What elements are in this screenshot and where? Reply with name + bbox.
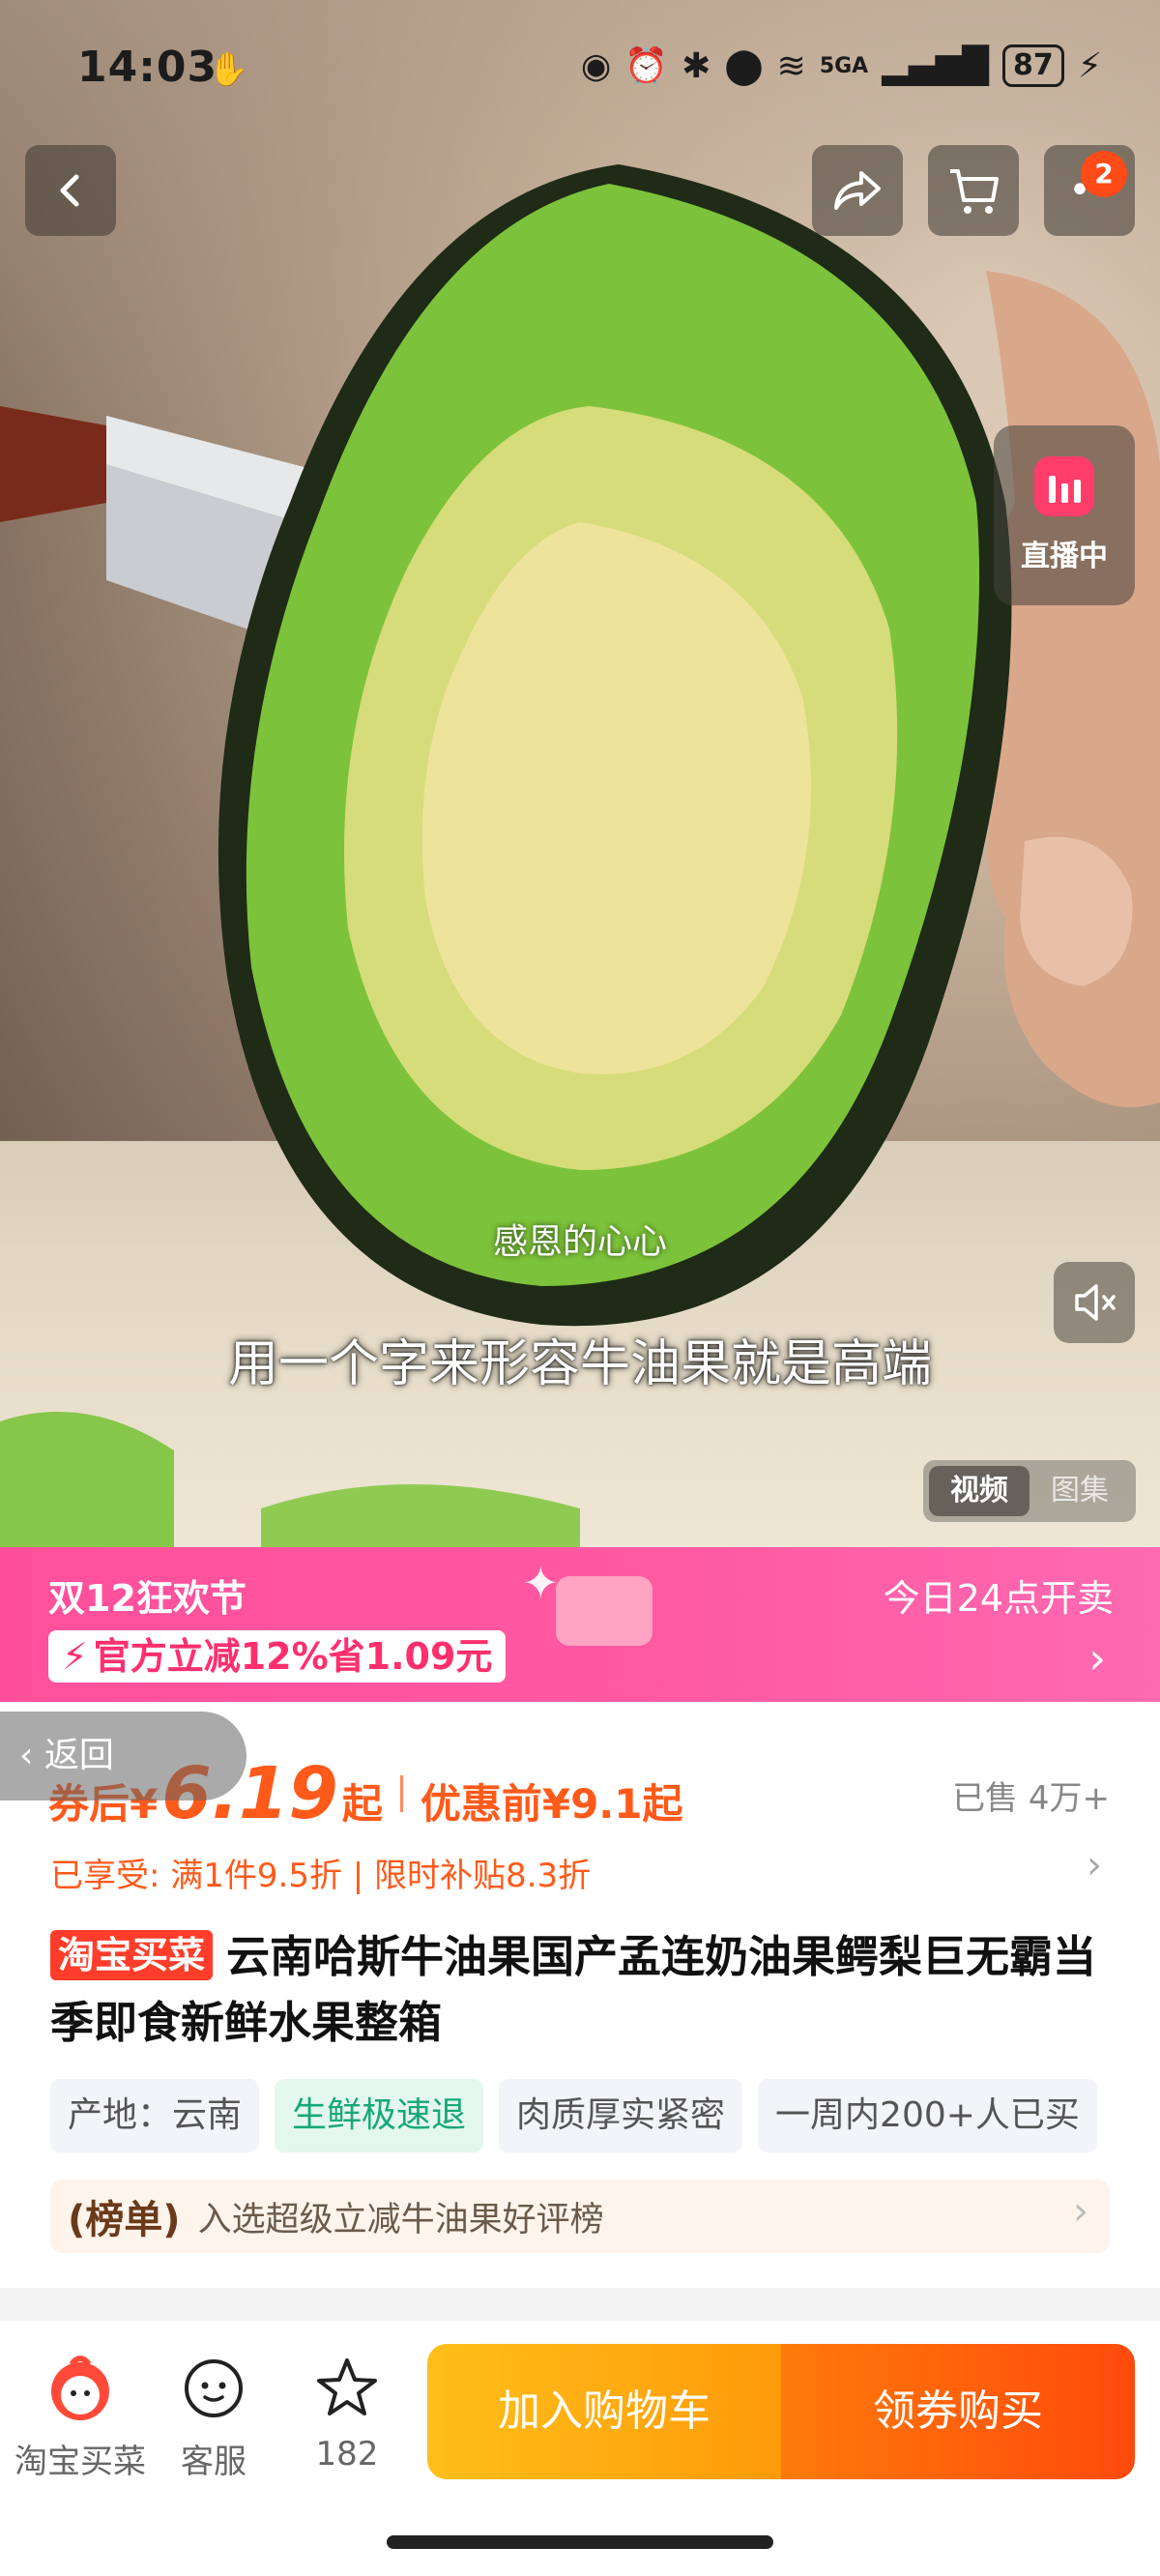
live-icon [1034,456,1094,516]
gift-decoration [556,1576,652,1646]
customer-service-button[interactable]: 客服 [141,2350,286,2482]
live-label: 直播中 [1021,540,1108,573]
cart-icon [950,169,999,214]
video-subtitle-small: 感恩的心心 [492,1222,667,1262]
shop-mascot-icon [51,2356,109,2420]
price-after-suffix: 起 [341,1780,383,1828]
chevron-right-icon: › [1088,1634,1106,1683]
cart-button[interactable] [928,145,1019,236]
tab-gallery[interactable]: 图集 [1030,1466,1130,1516]
ranking-text: 入选超级立减牛油果好评榜 [197,2200,604,2239]
chip-purchases[interactable]: 一周内200+人已买 [758,2079,1097,2152]
live-button[interactable]: 直播中 [994,425,1135,605]
add-to-cart-button[interactable]: 加入购物车 [427,2344,781,2479]
wifi-icon: ≋ [776,45,806,86]
notification-badge: 2 [1081,151,1127,197]
discount-details[interactable]: 已享受: 满1件9.5折 | 限时补贴8.3折 [50,1849,591,1896]
shop-button[interactable]: 淘宝买菜 [8,2350,153,2482]
share-icon [834,171,881,210]
promo-discount: 官方立减12%省1.09元 [93,1635,493,1678]
section-divider [0,2288,1160,2321]
star-icon [317,2358,377,2415]
speaker-muted-icon [1075,1284,1116,1321]
back-button[interactable] [25,145,116,236]
chip-origin[interactable]: 产地：云南 [50,2079,260,2152]
customer-service-icon [185,2359,243,2417]
chevron-left-icon: ‹ [19,1736,44,1775]
floating-back-button[interactable]: ‹ 返回 [0,1712,246,1800]
chip-fast-refund[interactable]: 生鲜极速退 [275,2079,484,2152]
mute-button[interactable] [1054,1262,1135,1343]
status-bar: 14:03 ✋ ◉ ⏰ ✱ ⬤ ≋ 5GA ▂▄▆█ 87 ⚡ [0,0,1160,145]
sparkle-icon: ✦ [522,1557,560,1609]
video-subtitle-main: 用一个字来形容牛油果就是高端 [227,1335,932,1393]
chip-quality[interactable]: 肉质厚实紧密 [499,2079,743,2152]
product-title: 淘宝买菜 云南哈斯牛油果国产孟连奶油果鳄梨巨无霸当季即食新鲜水果整箱 [50,1924,1123,2056]
bluetooth-icon: ✱ [682,45,711,86]
store-tag: 淘宝买菜 [50,1930,214,1980]
promo-title: 双12狂欢节 [48,1577,246,1620]
alarm-icon: ⏰ [624,46,669,86]
ranking-banner[interactable]: (榜单) 入选超级立减牛油果好评榜 › [50,2180,1110,2253]
ranking-label: (榜单) [68,2198,181,2242]
chevron-right-icon: › [1087,1843,1102,1888]
location-icon: ⬤ [724,45,764,86]
feature-chips: 产地：云南 生鲜极速退 肉质厚实紧密 一周内200+人已买 [50,2079,1114,2156]
share-button[interactable] [812,145,903,236]
promo-countdown: 今日24点开卖 [883,1577,1114,1620]
favorite-button[interactable]: 182 [275,2350,420,2474]
shop-label: 淘宝买菜 [14,2443,146,2481]
favorite-count: 182 [315,2435,379,2474]
buy-now-button[interactable]: 领券购买 [781,2344,1135,2479]
battery-indicator: 87 [1001,44,1064,87]
signal-icon: ▂▄▆█ [882,45,989,86]
promo-banner[interactable]: ✦ 双12狂欢节 今日24点开卖 ⚡ 官方立减12%省1.09元 › [0,1547,1160,1702]
promo-discount-chip: ⚡ 官方立减12%省1.09元 [48,1630,507,1683]
more-button[interactable]: • 2 [1044,145,1135,236]
lightning-icon: ⚡ [62,1635,88,1678]
eye-icon: ◉ [580,45,612,86]
tab-video[interactable]: 视频 [929,1466,1030,1516]
gesture-icon: ✋ [208,50,249,89]
price-divider [399,1775,403,1812]
media-tabs: 视频 图集 [923,1460,1136,1522]
price-before: 优惠前¥9.1起 [420,1780,683,1828]
chevron-right-icon: › [1073,2189,1088,2234]
purchase-buttons: 加入购物车 领券购买 [427,2344,1135,2479]
network-label: 5GA [819,53,869,78]
chevron-left-icon [60,174,79,207]
home-indicator[interactable] [387,2535,773,2549]
product-media[interactable]: 14:03 ✋ ◉ ⏰ ✱ ⬤ ≋ 5GA ▂▄▆█ 87 ⚡ • 2 直播中 … [0,0,1160,1547]
charging-icon: ⚡ [1077,45,1102,86]
status-time: 14:03 [77,43,218,92]
system-icons: ◉ ⏰ ✱ ⬤ ≋ 5GA ▂▄▆█ 87 ⚡ [581,44,1102,87]
floating-back-label: 返回 [44,1736,114,1775]
sold-count: 已售 4万+ [952,1779,1110,1818]
customer-service-label: 客服 [181,2443,246,2481]
